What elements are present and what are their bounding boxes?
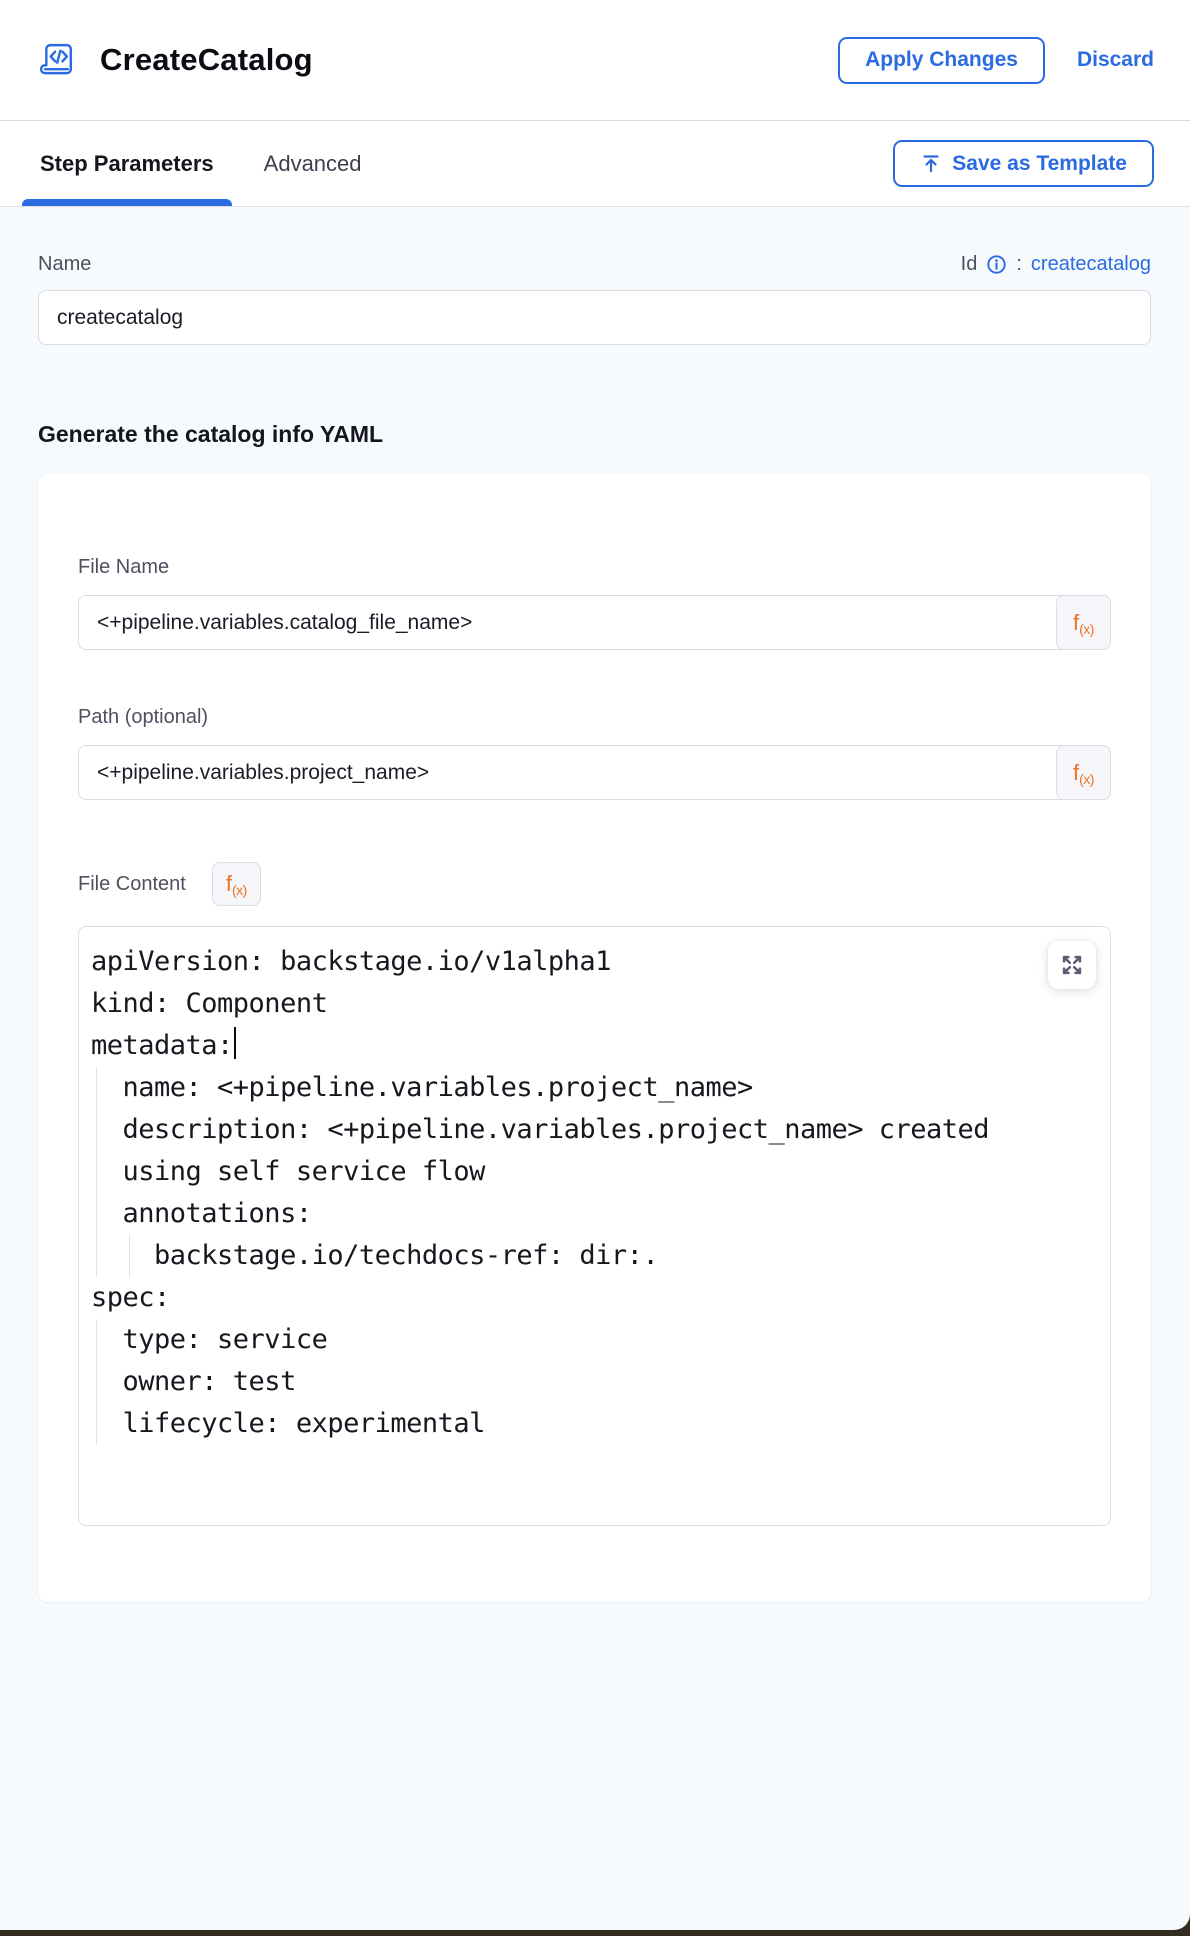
path-input[interactable] <box>78 745 1111 800</box>
path-fx-button[interactable]: f(x) <box>1056 745 1111 800</box>
indent-guide <box>129 1235 130 1277</box>
code-line: type: service <box>91 1319 1096 1361</box>
code-line: using self service flow <box>91 1151 1096 1193</box>
step-id-value[interactable]: createcatalog <box>1031 253 1151 276</box>
header-title-group: CreateCatalog <box>38 39 313 81</box>
tab-bar: Step Parameters Advanced Save as Templat… <box>0 121 1190 207</box>
tab-step-parameters[interactable]: Step Parameters <box>22 121 232 206</box>
fx-icon: f(x) <box>1073 760 1094 786</box>
file-name-fx-button[interactable]: f(x) <box>1056 595 1111 650</box>
path-block: Path (optional) f(x) <box>78 706 1111 800</box>
code-scroll-step-icon <box>38 39 80 81</box>
code-line: apiVersion: backstage.io/v1alpha1 <box>91 941 1096 983</box>
path-input-wrap: f(x) <box>78 745 1111 800</box>
page-title: CreateCatalog <box>100 42 313 78</box>
code-line: annotations: <box>91 1193 1096 1235</box>
file-name-label: File Name <box>78 556 169 578</box>
save-as-template-button[interactable]: Save as Template <box>893 140 1154 187</box>
file-content-row: File Content f(x) <box>78 862 1111 906</box>
section-heading: Generate the catalog info YAML <box>38 421 1151 448</box>
tabs: Step Parameters Advanced <box>22 121 380 206</box>
tab-advanced[interactable]: Advanced <box>246 121 380 206</box>
name-label-row: Name Id : createcatalog <box>38 253 1151 276</box>
code-line: backstage.io/techdocs-ref: dir:. <box>91 1235 1096 1277</box>
code-lines: apiVersion: backstage.io/v1alpha1kind: C… <box>91 941 1096 1445</box>
panel-header: CreateCatalog Apply Changes Discard <box>0 0 1190 121</box>
tab-step-parameters-label: Step Parameters <box>40 151 214 177</box>
active-tab-underline <box>22 199 232 206</box>
id-colon: : <box>1016 253 1022 276</box>
fx-icon: f(x) <box>226 871 247 897</box>
indent-guide <box>96 1067 97 1277</box>
step-parameters-content: Name Id : createcatalog Generate the cat… <box>0 207 1190 1930</box>
indent-guide <box>96 1319 97 1445</box>
code-line: owner: test <box>91 1361 1096 1403</box>
name-input[interactable] <box>38 290 1151 345</box>
step-fields-card: File Name f(x) Path (optional) f(x) File… <box>38 474 1151 1602</box>
tab-advanced-label: Advanced <box>264 151 362 177</box>
step-config-panel: CreateCatalog Apply Changes Discard Step… <box>0 0 1190 1930</box>
fx-icon: f(x) <box>1073 610 1094 636</box>
code-line: description: <+pipeline.variables.projec… <box>91 1109 1096 1151</box>
id-label: Id <box>961 253 978 276</box>
code-line: name: <+pipeline.variables.project_name> <box>91 1067 1096 1109</box>
code-line: metadata: <box>91 1025 1096 1067</box>
upload-arrow-icon <box>920 153 942 175</box>
file-content-editor[interactable]: apiVersion: backstage.io/v1alpha1kind: C… <box>78 926 1111 1526</box>
file-name-input-wrap: f(x) <box>78 595 1111 650</box>
save-as-template-label: Save as Template <box>952 152 1127 176</box>
file-name-input[interactable] <box>78 595 1111 650</box>
file-content-fx-button[interactable]: f(x) <box>212 862 261 906</box>
discard-button[interactable]: Discard <box>1077 48 1154 72</box>
expand-editor-button[interactable] <box>1048 941 1096 989</box>
expand-arrows-icon <box>1060 953 1084 977</box>
text-cursor <box>234 1027 236 1059</box>
step-id-row: Id : createcatalog <box>961 253 1151 276</box>
code-line: lifecycle: experimental <box>91 1403 1096 1445</box>
info-icon[interactable] <box>986 254 1007 275</box>
path-label: Path (optional) <box>78 706 208 728</box>
code-line: kind: Component <box>91 983 1096 1025</box>
header-actions: Apply Changes Discard <box>838 37 1154 84</box>
apply-changes-button[interactable]: Apply Changes <box>838 37 1045 84</box>
file-content-label: File Content <box>78 873 186 896</box>
code-line: spec: <box>91 1277 1096 1319</box>
name-label: Name <box>38 253 91 276</box>
